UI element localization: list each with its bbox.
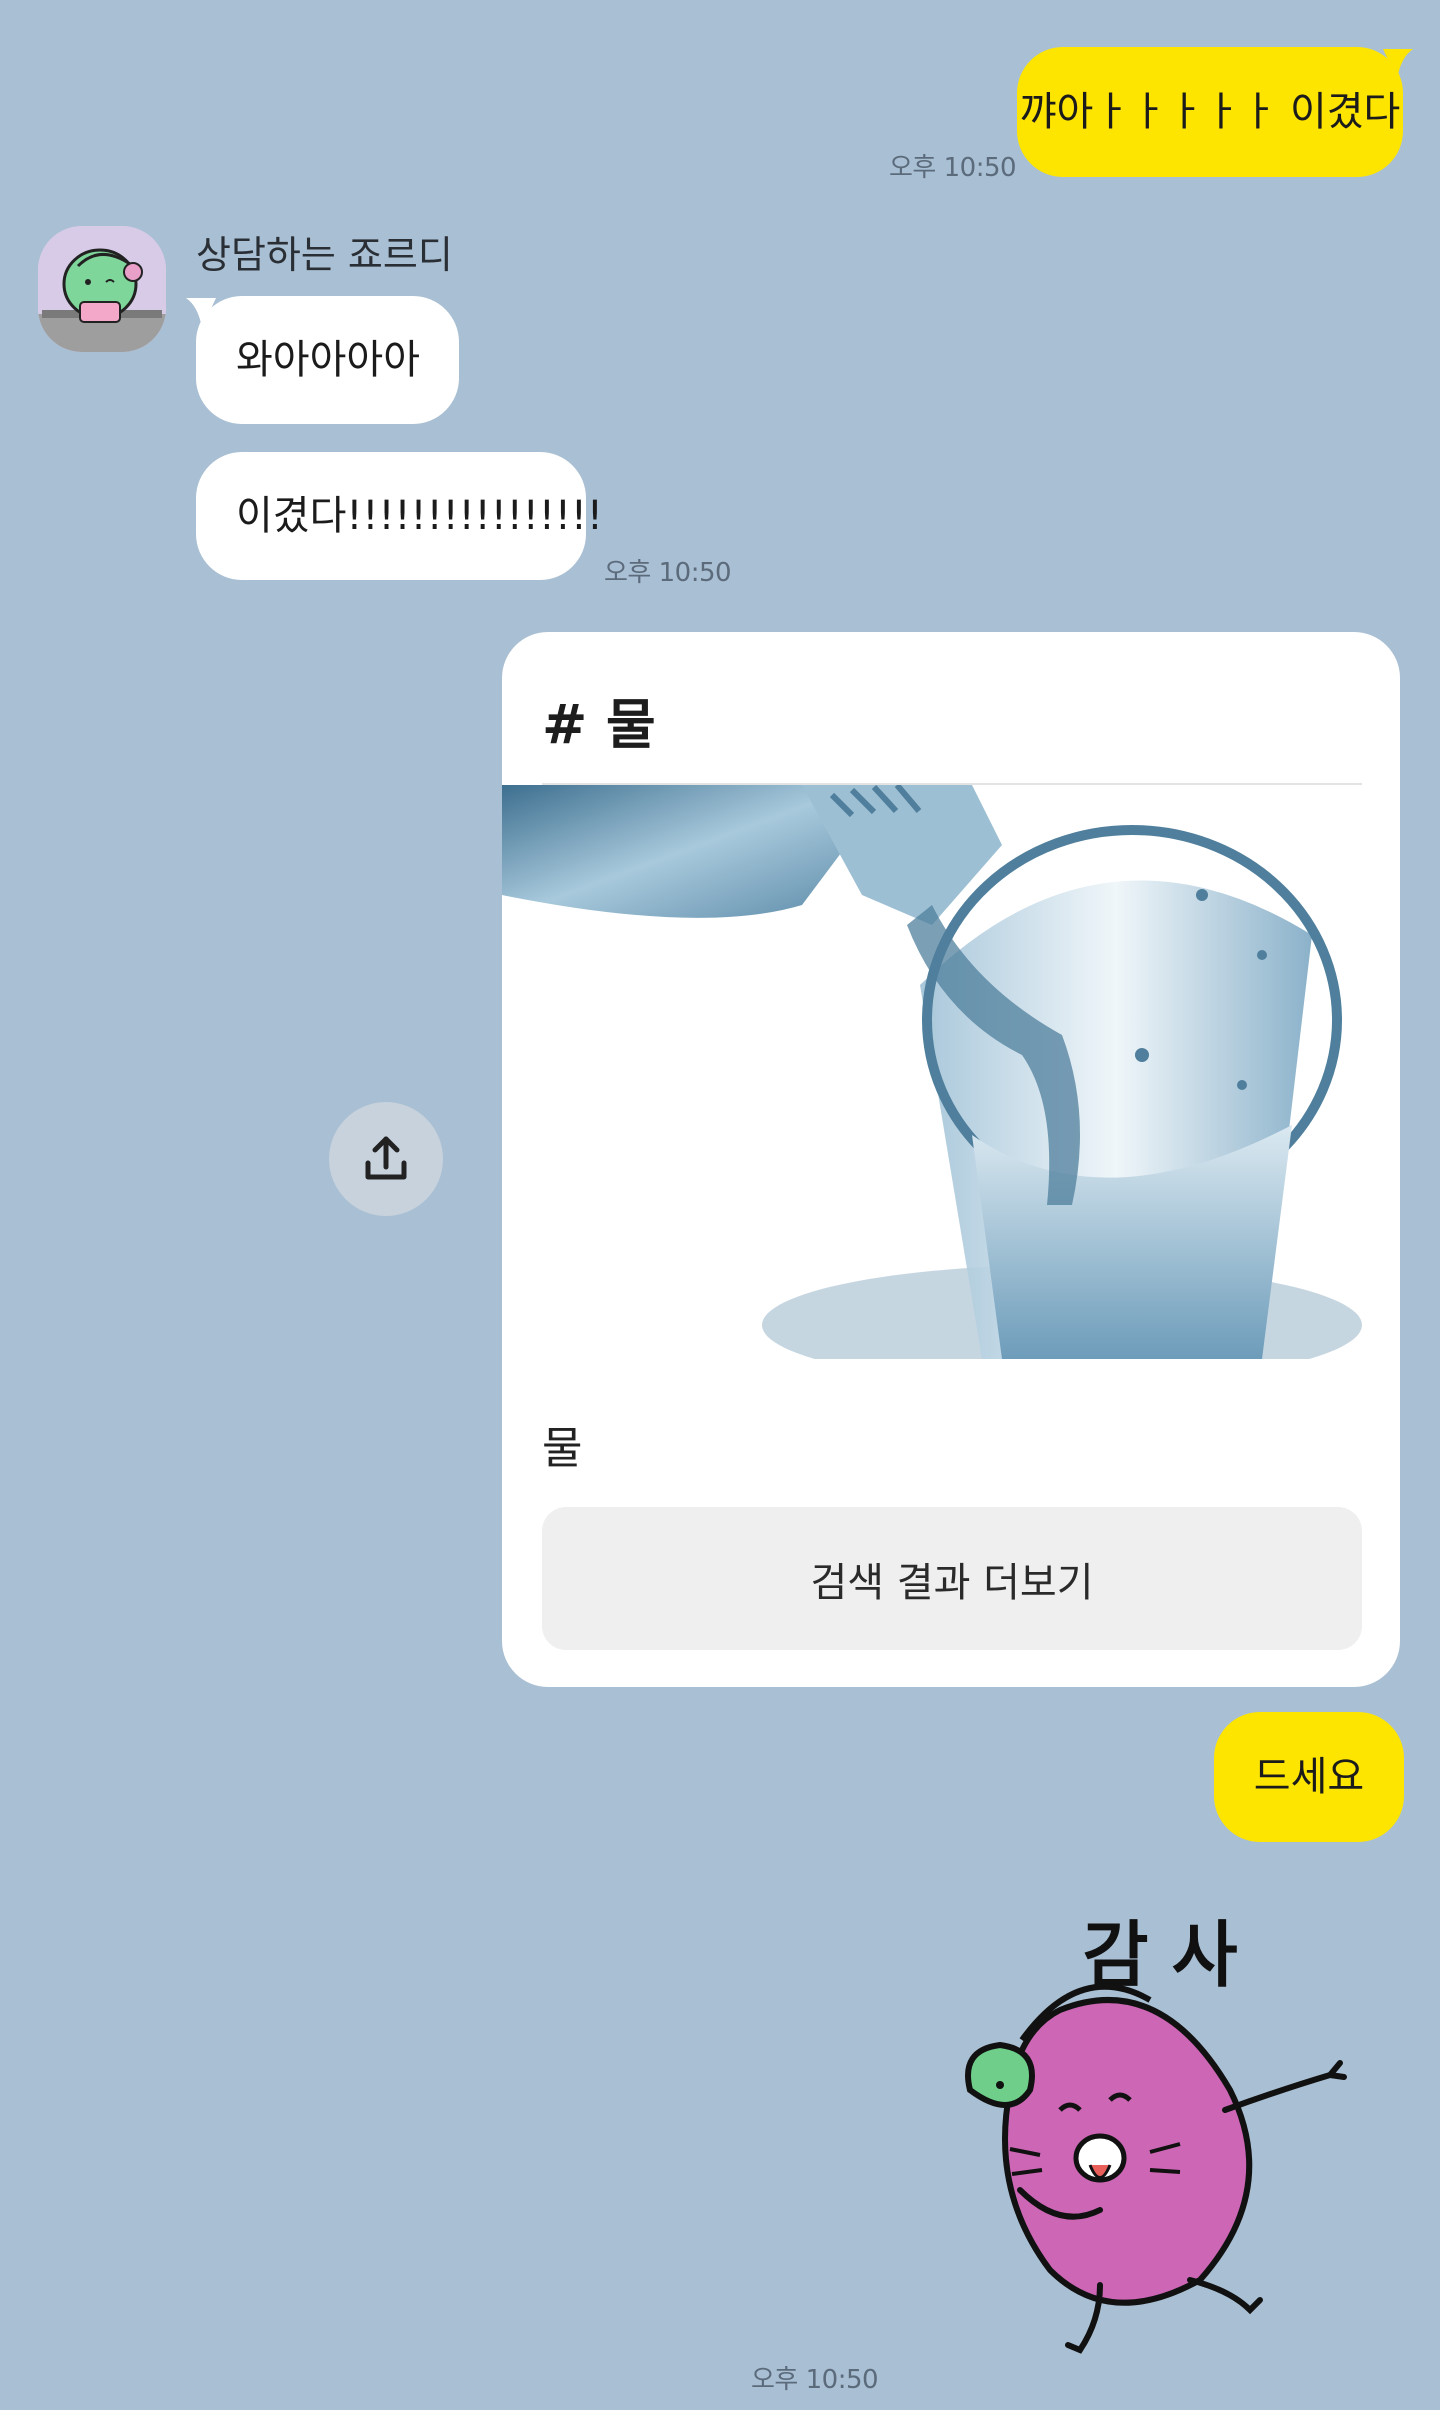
card-title: # 물 [542,693,656,756]
my-message-bubble[interactable]: 꺄아ㅏㅏㅏㅏㅏ 이겼다 [1017,47,1403,177]
message-timestamp: 오후 10:50 [604,558,732,588]
message-text: 이겼다!!!!!!!!!!!!!!!! [236,493,603,539]
message-timestamp: 오후 10:50 [751,2365,879,2395]
thanks-sticker[interactable]: 감 사 [950,1890,1370,2370]
sender-avatar[interactable] [38,226,166,352]
bubble-tail [1383,49,1413,79]
card-description: 물 [542,1423,583,1474]
message-text: 와아아아아 [236,337,420,383]
more-results-button[interactable]: 검색 결과 더보기 [542,1507,1362,1650]
message-text: 꺄아ㅏㅏㅏㅏㅏ 이겼다 [1019,89,1401,135]
water-pouring-image[interactable] [502,785,1400,1359]
search-result-card[interactable]: # 물 물 검색 결과 더보기 [502,632,1400,1687]
message-timestamp: 오후 10:50 [889,153,1017,183]
message-text: 드세요 [1253,1754,1365,1800]
other-message-bubble[interactable]: 이겼다!!!!!!!!!!!!!!!! [196,452,603,580]
sender-name: 상담하는 죠르디 [196,233,453,277]
share-icon [365,1136,407,1180]
jordy-thanks-sticker-image: 감 사 [965,1912,1347,2354]
jordy-avatar-icon [38,226,166,352]
other-message-bubble[interactable]: 와아아아아 [196,296,459,424]
share-button[interactable] [329,1102,443,1216]
water-glass-picture [502,785,1400,1359]
my-message-bubble[interactable]: 드세요 [1214,1712,1404,1842]
